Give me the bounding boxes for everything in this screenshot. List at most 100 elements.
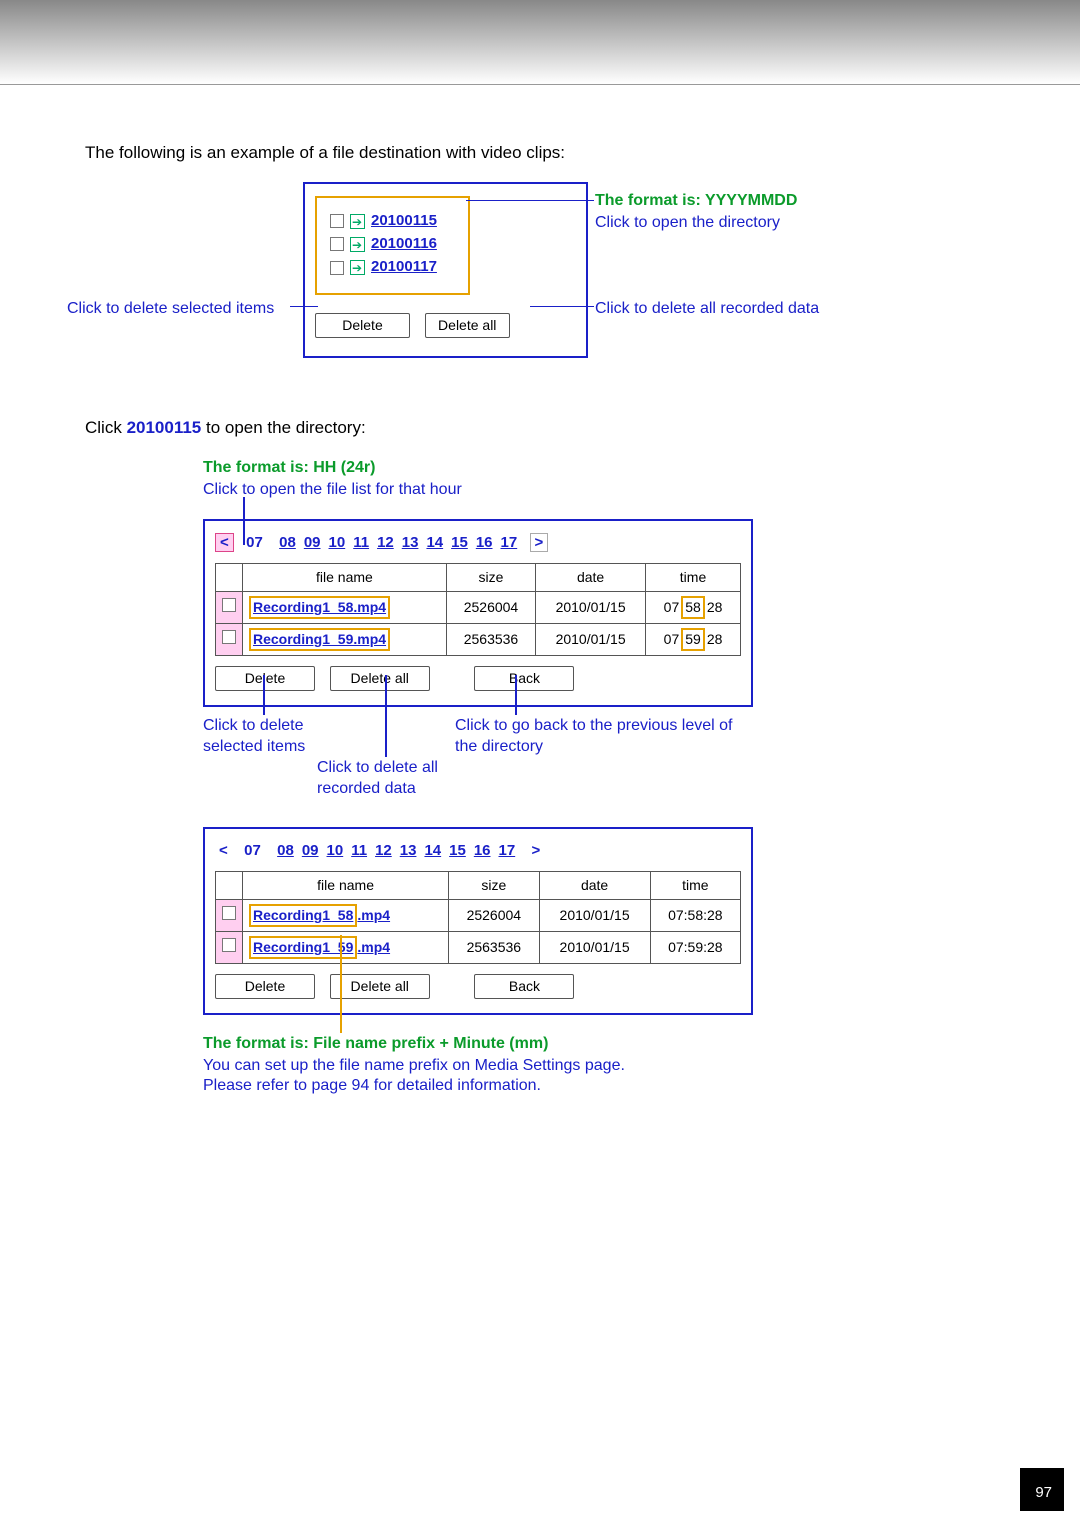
hour-link[interactable]: 14 <box>420 842 445 859</box>
checkbox-header <box>216 564 243 592</box>
col-date: date <box>536 564 646 592</box>
text: Click <box>85 418 127 437</box>
delete-button[interactable]: Delete <box>215 974 315 999</box>
hour-link[interactable]: 11 <box>349 534 373 551</box>
hour-link[interactable]: 09 <box>300 534 325 551</box>
checkbox-icon[interactable] <box>330 214 344 228</box>
intro-text: The following is an example of a file de… <box>85 142 995 165</box>
directory-link[interactable]: 20100117 <box>371 257 437 277</box>
hour-link[interactable]: 16 <box>472 534 497 551</box>
format-hh-label: The format is: HH (24r) <box>203 457 375 479</box>
file-size: 2563536 <box>449 931 539 963</box>
hour-link[interactable]: 17 <box>497 534 522 551</box>
file-link[interactable]: Recording1 58.mp4 <box>249 596 390 619</box>
delete-all-button[interactable]: Delete all <box>330 974 430 999</box>
file-date: 2010/01/15 <box>536 592 646 624</box>
directory-highlight: 20100115 20100116 20100117 <box>315 196 470 295</box>
directory-panel: 20100115 20100116 20100117 Delete <box>303 182 588 358</box>
hour-link[interactable]: 10 <box>323 842 348 859</box>
delete-all-label: Click to delete all recorded data <box>317 757 487 800</box>
file-ext: .mp4 <box>357 939 390 955</box>
file-table: file name size date time Recording1 58.m… <box>215 871 741 964</box>
hour-link[interactable]: 08 <box>275 534 300 551</box>
back-button[interactable]: Back <box>474 974 574 999</box>
prefix-note-1: You can set up the file name prefix on M… <box>203 1055 763 1077</box>
connector-line <box>466 200 594 202</box>
delete-button[interactable]: Delete <box>215 666 315 691</box>
file-size: 2526004 <box>449 900 539 932</box>
delete-all-button[interactable]: Delete all <box>425 313 510 338</box>
delete-all-label: Click to delete all recorded data <box>595 298 819 320</box>
hour-link[interactable]: 10 <box>325 534 350 551</box>
delete-button[interactable]: Delete <box>315 313 410 338</box>
directory-row[interactable]: 20100117 <box>330 257 456 277</box>
hour-link[interactable]: 15 <box>447 534 472 551</box>
hour-link[interactable]: 13 <box>398 534 423 551</box>
checkbox-icon[interactable] <box>222 906 236 920</box>
hour-link[interactable]: 13 <box>396 842 421 859</box>
file-ext: .mp4 <box>357 907 390 923</box>
hour-link[interactable]: 09 <box>298 842 323 859</box>
hour-next-icon[interactable]: > <box>530 533 549 552</box>
folder-enter-icon[interactable] <box>350 237 365 252</box>
directory-link-inline[interactable]: 20100115 <box>127 418 202 437</box>
connector-line <box>340 935 342 1033</box>
hour-prev-icon[interactable]: < <box>215 842 232 859</box>
file-size: 2526004 <box>446 592 535 624</box>
hour-next-icon[interactable]: > <box>528 842 545 859</box>
file-time: 075828 <box>646 592 741 624</box>
file-date: 2010/01/15 <box>536 623 646 655</box>
filename-highlight: Recording1 58 <box>249 904 357 927</box>
back-label: Click to go back to the previous level o… <box>455 715 745 758</box>
col-filename: file name <box>243 872 449 900</box>
hour-link[interactable]: 15 <box>445 842 470 859</box>
hour-bar: < 07 08091011121314151617 > <box>215 841 741 861</box>
folder-enter-icon[interactable] <box>350 214 365 229</box>
file-time: 075928 <box>646 623 741 655</box>
hour-link[interactable]: 12 <box>373 534 398 551</box>
hour-prev-icon[interactable]: < <box>215 533 234 552</box>
file-link[interactable]: Recording1 58 <box>253 907 353 923</box>
checkbox-icon[interactable] <box>330 237 344 251</box>
file-link[interactable]: Recording1 59.mp4 <box>249 628 390 651</box>
open-filelist-label: Click to open the file list for that hou… <box>203 479 462 501</box>
back-button[interactable]: Back <box>474 666 574 691</box>
connector-line <box>263 675 265 715</box>
col-size: size <box>449 872 539 900</box>
file-list-panel-2: < 07 08091011121314151617 > file name si… <box>203 827 753 1015</box>
directory-link[interactable]: 20100115 <box>371 211 437 231</box>
hour-link[interactable]: 11 <box>347 842 371 859</box>
hour-link[interactable]: 12 <box>371 842 396 859</box>
folder-enter-icon[interactable] <box>350 260 365 275</box>
hour-link[interactable]: 14 <box>422 534 447 551</box>
open-directory-instruction: Click 20100115 to open the directory: <box>85 417 995 440</box>
hour-link[interactable]: 16 <box>470 842 495 859</box>
directory-row[interactable]: 20100115 <box>330 211 456 231</box>
directory-row[interactable]: 20100116 <box>330 234 456 254</box>
hour-selected[interactable]: 07 <box>240 842 265 859</box>
file-table: file name size date time Recording1 58.m… <box>215 563 741 656</box>
file-date: 2010/01/15 <box>539 931 650 963</box>
connector-line <box>515 675 517 715</box>
col-time: time <box>650 872 740 900</box>
file-link[interactable]: Recording1 59 <box>253 939 353 955</box>
file-time: 07:59:28 <box>650 931 740 963</box>
hour-selected[interactable]: 07 <box>242 534 267 551</box>
directory-link[interactable]: 20100116 <box>371 234 437 254</box>
page-top-gradient <box>0 0 1080 85</box>
table-row: Recording1 58.mp4 2526004 2010/01/15 07:… <box>216 900 741 932</box>
format-yyyymmdd-label: The format is: YYYYMMDD <box>595 190 797 212</box>
table-row: Recording1 59.mp4 2563536 2010/01/15 075… <box>216 623 741 655</box>
hour-bar: < 07 08091011121314151617 > <box>215 533 741 553</box>
checkbox-icon[interactable] <box>222 630 236 644</box>
open-directory-label: Click to open the directory <box>595 212 780 234</box>
checkbox-icon[interactable] <box>222 598 236 612</box>
delete-selected-label: Click to delete selected items <box>67 298 274 320</box>
delete-all-button[interactable]: Delete all <box>330 666 430 691</box>
checkbox-icon[interactable] <box>222 938 236 952</box>
checkbox-icon[interactable] <box>330 261 344 275</box>
hour-link[interactable]: 08 <box>273 842 298 859</box>
prefix-note-2: Please refer to page 94 for detailed inf… <box>203 1075 763 1097</box>
hour-link[interactable]: 17 <box>495 842 520 859</box>
col-size: size <box>446 564 535 592</box>
